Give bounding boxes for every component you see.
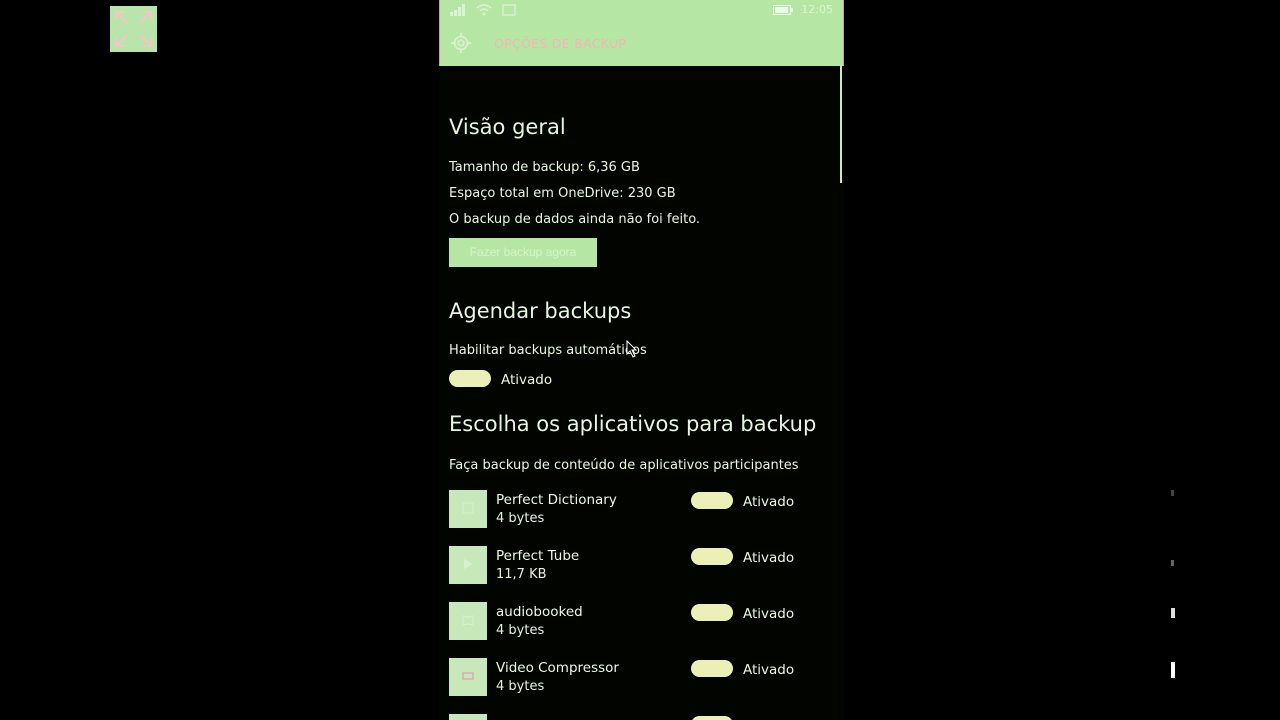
auto-backup-state: Ativado (501, 372, 553, 388)
app-row-audiobooked: audiobooked 4 bytes Ativado (449, 602, 839, 642)
app-size: 4 bytes (496, 623, 545, 638)
app-name: Perfect Dictionary (496, 492, 617, 508)
auto-backup-toggle[interactable] (449, 370, 491, 387)
app-backup-state: Ativado (743, 550, 795, 566)
app-backup-state: Ativado (743, 494, 795, 510)
book-icon (462, 615, 474, 626)
clock: 12:05 (801, 3, 833, 16)
status-bar-left (450, 2, 516, 18)
scrollbar[interactable] (840, 66, 842, 183)
gear-icon[interactable] (450, 32, 472, 54)
apps-subheading: Faça backup de conteúdo de aplicativos p… (449, 458, 799, 473)
app-row-perfect-tube: Perfect Tube 11,7 KB Ativado (449, 546, 839, 586)
onedrive-total-text: Espaço total em OneDrive: 230 GB (449, 186, 676, 201)
battery-icon (773, 4, 794, 15)
wifi-icon (476, 4, 492, 16)
dictionary-icon (462, 502, 474, 514)
app-icon (449, 714, 487, 720)
edge-artifacts (1171, 490, 1175, 678)
app-backup-toggle[interactable] (691, 604, 733, 621)
expand-fullscreen-button[interactable] (110, 6, 157, 52)
app-row-partial (449, 714, 839, 720)
overview-heading: Visão geral (449, 115, 566, 139)
data-icon (502, 4, 516, 16)
expand-arrows-icon (115, 11, 152, 47)
app-backup-state: Ativado (743, 662, 795, 678)
app-header: 12:05 OPÇÕES DE BACKUP (439, 0, 844, 66)
schedule-heading: Agendar backups (449, 299, 632, 323)
page-title: OPÇÕES DE BACKUP (494, 36, 627, 51)
app-row-perfect-dictionary: Perfect Dictionary 4 bytes Ativado (449, 490, 839, 530)
backup-status-text: O backup de dados ainda não foi feito. (449, 212, 701, 227)
backup-size-text: Tamanho de backup: 6,36 GB (449, 160, 640, 175)
video-icon (462, 672, 474, 680)
backup-now-button[interactable]: Fazer backup agora (449, 238, 597, 267)
app-backup-toggle[interactable] (691, 492, 733, 509)
app-icon (449, 658, 487, 696)
app-size: 4 bytes (496, 511, 545, 526)
app-name: audiobooked (496, 604, 583, 620)
app-name: Perfect Tube (496, 548, 580, 564)
app-backup-toggle[interactable] (691, 716, 733, 720)
auto-backup-label: Habilitar backups automáticos (449, 343, 647, 358)
app-backup-toggle[interactable] (691, 548, 733, 565)
app-size: 11,7 KB (496, 567, 547, 582)
status-bar-right: 12:05 (773, 3, 833, 16)
app-backup-toggle[interactable] (691, 660, 733, 677)
signal-icon (450, 4, 465, 16)
app-name: Video Compressor (496, 660, 619, 676)
play-icon (464, 559, 473, 569)
app-icon (449, 546, 487, 584)
app-icon (449, 490, 487, 528)
app-icon (449, 602, 487, 640)
app-row-video-compressor: Video Compressor 4 bytes Ativado (449, 658, 839, 698)
apps-heading: Escolha os aplicativos para backup (449, 412, 817, 436)
mouse-cursor-icon (626, 340, 638, 358)
app-size: 4 bytes (496, 679, 545, 694)
phone-screen: 12:05 OPÇÕES DE BACKUP Visão geral Taman… (439, 0, 844, 720)
app-backup-state: Ativado (743, 606, 795, 622)
